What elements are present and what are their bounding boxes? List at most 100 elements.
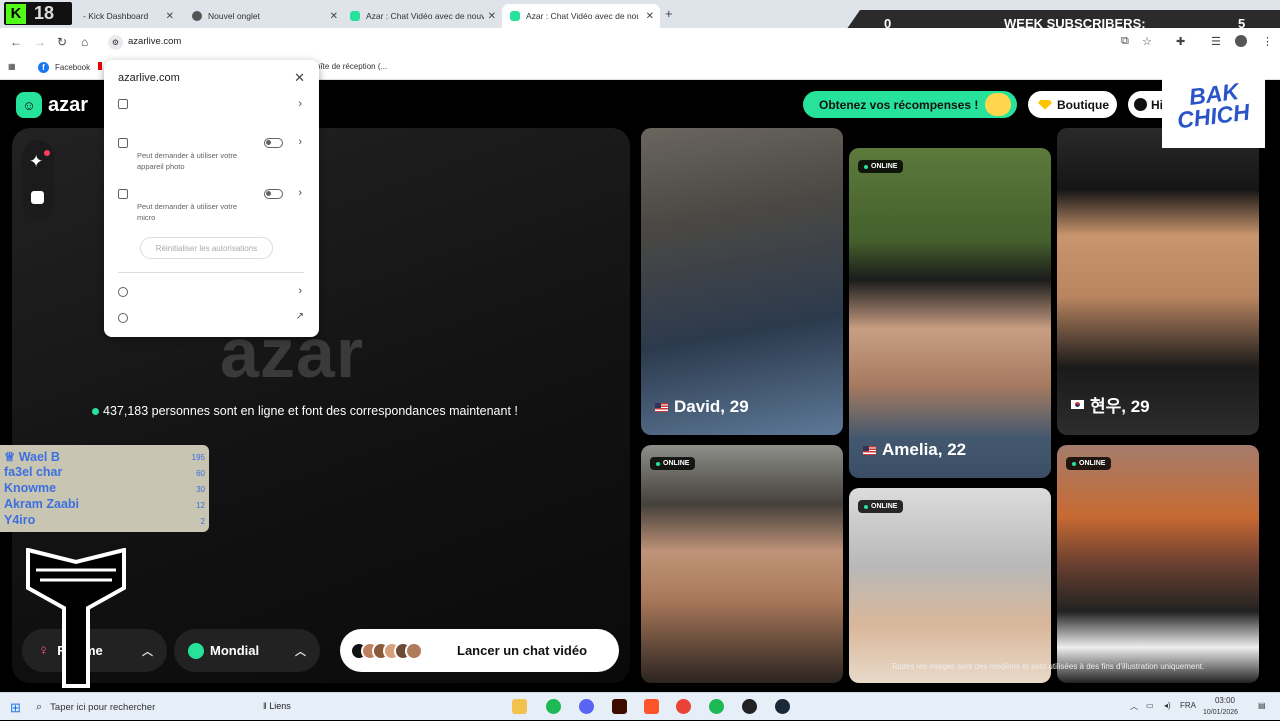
tab-title: Azar : Chat Vidéo avec de nouv xyxy=(526,11,638,21)
mic-off-icon xyxy=(118,189,128,199)
bookmark-inbox[interactable]: oîte de réception (... xyxy=(316,62,387,71)
chevron-right-icon[interactable]: › xyxy=(298,187,302,199)
camera-row[interactable]: Caméra xyxy=(118,138,166,148)
streamer-helmet-logo xyxy=(26,548,126,688)
volume-icon[interactable]: ◂) xyxy=(1164,701,1171,710)
links-toolbar[interactable]: ‖ Liens xyxy=(263,701,291,711)
leaderboard-name: Y4iro xyxy=(4,513,36,527)
tab-azar-active[interactable]: Azar : Chat Vidéo avec de nouv ✕ xyxy=(502,4,660,28)
rewards-button[interactable]: Obtenez vos récompenses ! xyxy=(803,91,1017,118)
leaderboard-count: 195 xyxy=(191,453,205,462)
home-icon[interactable]: ⌂ xyxy=(81,35,88,49)
micro-toggle[interactable] xyxy=(264,189,283,199)
close-icon[interactable]: ✕ xyxy=(488,11,496,22)
app-icon[interactable] xyxy=(742,699,757,714)
cookie-icon xyxy=(118,287,128,297)
micro-desc: Peut demander à utiliser votre micro xyxy=(137,202,238,222)
reload-icon[interactable]: ↻ xyxy=(57,35,67,49)
url-text[interactable]: azarlive.com xyxy=(128,36,181,47)
profile-card-6[interactable]: ONLINE xyxy=(1057,445,1259,683)
chrome-icon[interactable] xyxy=(676,699,691,714)
online-count-line: 437,183 personnes sont en ligne et font … xyxy=(92,404,518,418)
leaderboard-name: ♕ Wael B xyxy=(4,450,60,464)
language-indicator[interactable]: FRA xyxy=(1180,701,1196,710)
lock-icon xyxy=(118,99,128,109)
camera-toggle[interactable] xyxy=(264,138,283,148)
azar-logo-text: azar xyxy=(48,93,89,116)
shop-label: Boutique xyxy=(1057,97,1109,112)
online-badge: ONLINE xyxy=(858,160,904,173)
reset-permissions-button[interactable]: Réinitialiser les autorisations xyxy=(140,237,273,259)
new-tab-button[interactable]: + xyxy=(665,6,673,21)
kick-logo-icon: K xyxy=(6,3,26,24)
close-icon[interactable]: ✕ xyxy=(330,11,338,22)
brave-icon[interactable] xyxy=(644,699,659,714)
profile-card-4[interactable]: ONLINE xyxy=(641,445,843,683)
steam-icon[interactable] xyxy=(775,699,790,714)
network-icon[interactable]: ▭ xyxy=(1146,701,1154,710)
connection-row[interactable]: La connexion est sécurisée xyxy=(118,99,239,109)
tab-title: - Kick Dashboard xyxy=(83,11,149,21)
site-settings-row[interactable]: Paramètres des sites xyxy=(118,313,216,323)
tray-chevron-icon[interactable]: ︿ xyxy=(1130,701,1138,712)
close-icon[interactable]: ✕ xyxy=(166,11,174,22)
bookmark-facebook[interactable]: f Facebook xyxy=(38,62,90,73)
online-badge: ONLINE xyxy=(1066,457,1112,470)
facebook-icon: f xyxy=(38,62,49,73)
sparkle-icon[interactable]: ✦ xyxy=(29,152,43,172)
forward-icon[interactable]: → xyxy=(34,35,46,49)
profile-card-hyunwoo[interactable]: 현우, 29 xyxy=(1057,128,1259,435)
tab-azar-1[interactable]: Azar : Chat Vidéo avec de nouv ✕ xyxy=(342,4,502,28)
profile-avatar[interactable] xyxy=(1235,35,1247,47)
menu-icon[interactable]: ⋮ xyxy=(1262,35,1273,48)
profile-name: David, 29 xyxy=(655,397,749,417)
camera-label: Caméra xyxy=(136,138,167,148)
open-external-icon[interactable]: ↗ xyxy=(296,311,304,322)
kr-flag-icon xyxy=(1071,400,1084,409)
profile-card-5[interactable]: ONLINE xyxy=(849,488,1051,683)
avatar xyxy=(405,641,423,660)
micro-label: Micro xyxy=(136,189,157,199)
spotify-icon[interactable] xyxy=(546,699,561,714)
illustrator-icon[interactable] xyxy=(612,699,627,714)
taskbar-search[interactable]: ⌕ Taper ici pour rechercher xyxy=(36,693,261,721)
us-flag-icon xyxy=(863,445,876,455)
apps-grid-icon[interactable]: ▦ xyxy=(8,62,16,71)
site-info-icon[interactable]: ⚙ xyxy=(108,35,123,50)
bookmark-label: oîte de réception (... xyxy=(316,62,388,71)
site-settings-label: Paramètres des sites xyxy=(136,313,216,323)
chevron-right-icon[interactable]: › xyxy=(298,136,302,148)
clock-time[interactable]: 03:00 xyxy=(1212,696,1238,705)
back-icon[interactable]: ← xyxy=(10,35,22,49)
online-dot-icon xyxy=(92,407,99,415)
profile-card-amelia[interactable]: ONLINE Amelia, 22 xyxy=(849,148,1051,478)
globe-icon xyxy=(188,642,204,659)
close-icon[interactable]: ✕ xyxy=(646,11,654,22)
region-filter[interactable]: Mondial ︿ xyxy=(174,629,320,672)
azar-logo-icon: ☺ xyxy=(16,92,42,118)
micro-row[interactable]: Micro xyxy=(118,189,157,199)
bot-face-icon[interactable] xyxy=(31,191,44,204)
launch-video-chat-button[interactable]: Lancer un chat vidéo xyxy=(340,629,619,672)
cookies-row[interactable]: Cookies et données des sites xyxy=(118,287,247,297)
spotify-icon[interactable] xyxy=(709,699,724,714)
address-bar[interactable] xyxy=(104,33,1164,51)
notifications-icon[interactable]: ▤ xyxy=(1258,701,1266,710)
file-explorer-icon[interactable] xyxy=(512,699,527,714)
close-icon[interactable]: ✕ xyxy=(294,70,305,86)
bookmark-red-icon[interactable] xyxy=(98,62,102,70)
bookmark-star-icon[interactable]: ☆ xyxy=(1142,35,1152,48)
clock-date[interactable]: 10/01/2026 xyxy=(1203,709,1238,716)
azar-logo[interactable]: ☺ azar xyxy=(16,92,88,118)
windows-start-icon[interactable]: ⊞ xyxy=(10,700,21,716)
shop-button[interactable]: Boutique xyxy=(1028,91,1117,118)
tab-title: Azar : Chat Vidéo avec de nouv xyxy=(366,11,484,21)
chevron-right-icon: › xyxy=(298,285,302,297)
profile-card-david[interactable]: David, 29 xyxy=(641,128,843,435)
reading-list-icon[interactable]: ☰ xyxy=(1211,35,1221,48)
discord-icon[interactable] xyxy=(579,699,594,714)
popup-domain: azarlive.com xyxy=(118,72,180,84)
install-icon[interactable]: ⧉ xyxy=(1121,35,1129,48)
extensions-icon[interactable]: ✚ xyxy=(1176,35,1185,48)
tab-new-tab[interactable]: Nouvel onglet ✕ xyxy=(184,4,344,28)
